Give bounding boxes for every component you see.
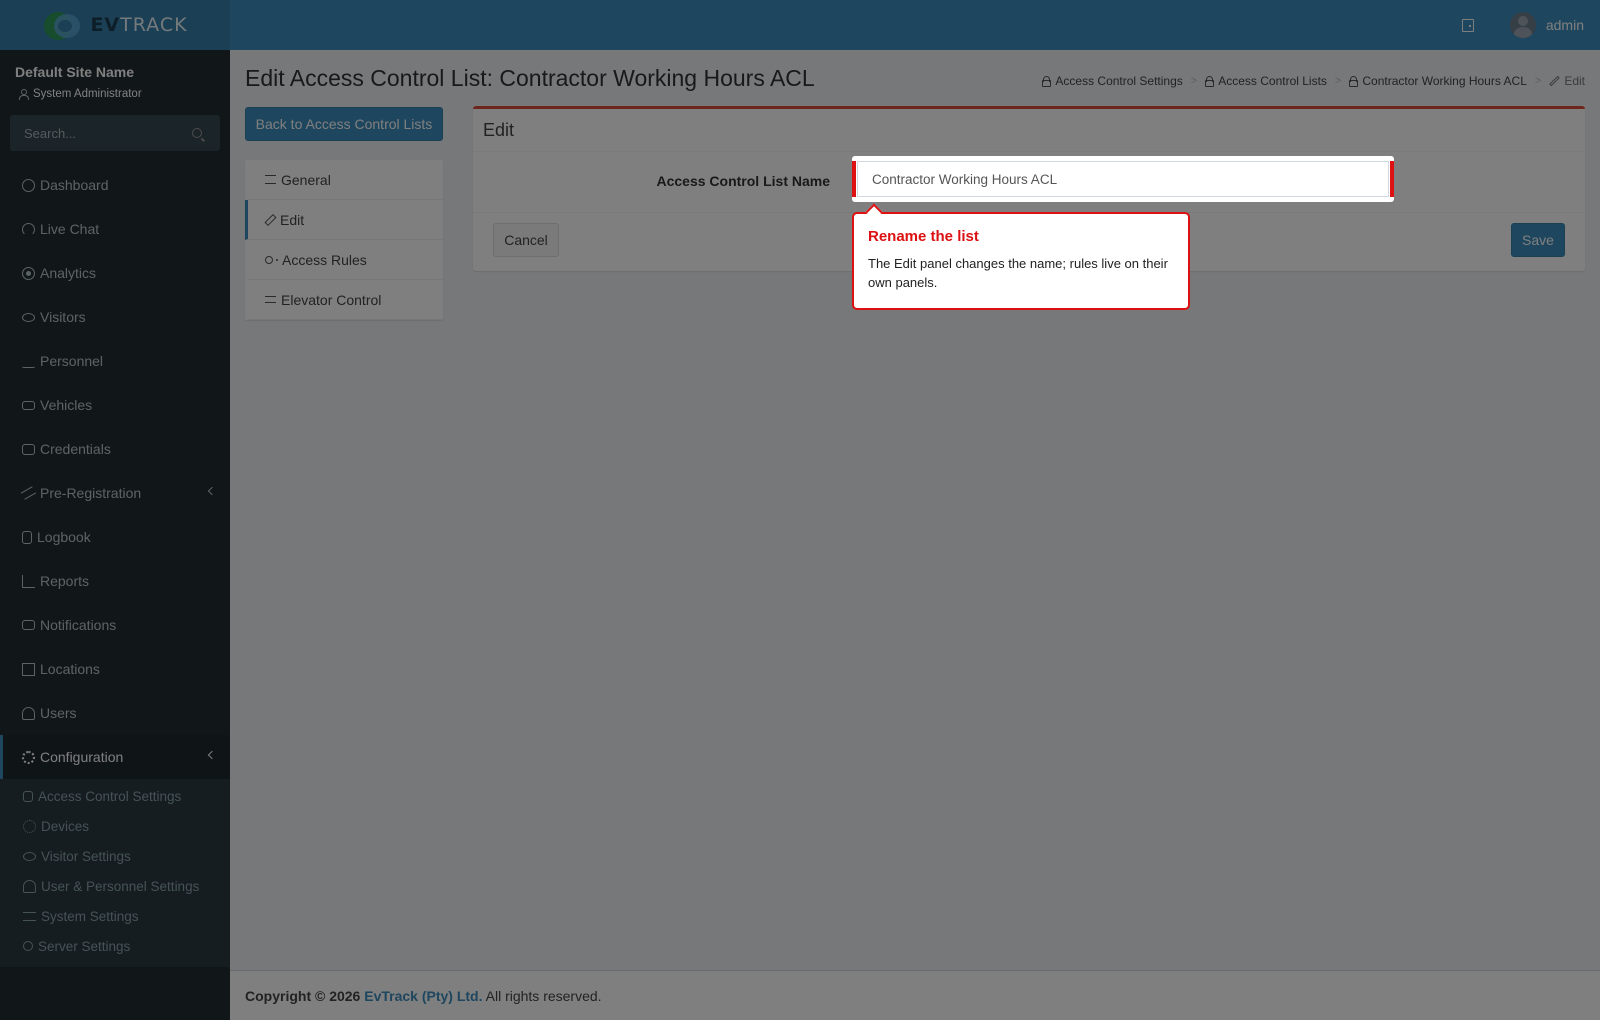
tour-tooltip: Rename the list The Edit panel changes t… (852, 203, 1190, 310)
tooltip-body: The Edit panel changes the name; rules l… (868, 256, 1168, 290)
tour-overlay[interactable] (0, 0, 1600, 1020)
tooltip-title: Rename the list (868, 228, 979, 245)
acl-name-field[interactable] (857, 161, 1389, 197)
highlight-bar (852, 161, 856, 197)
highlight-bar (1390, 161, 1394, 197)
tour-spotlight (852, 156, 1394, 202)
